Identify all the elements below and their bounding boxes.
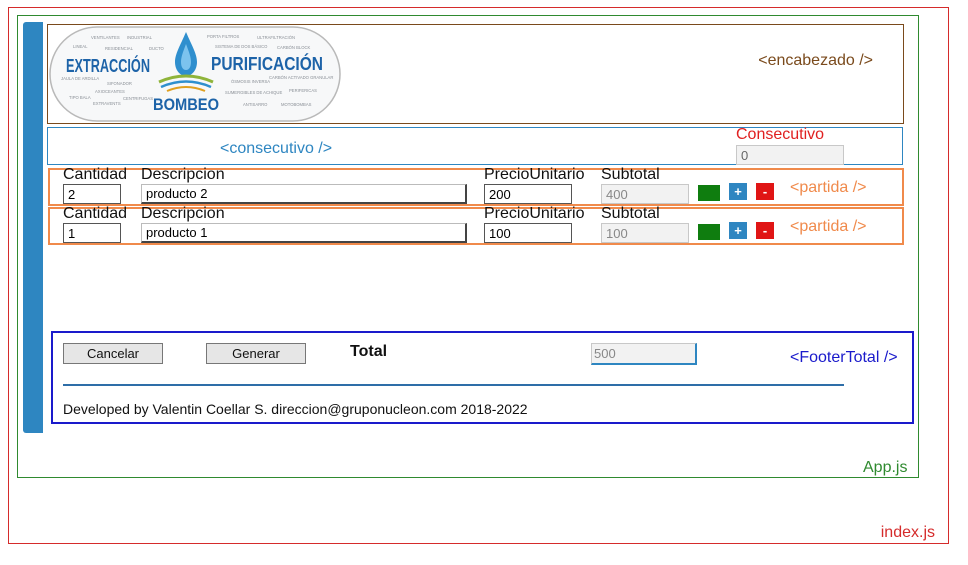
footer-divider (63, 384, 844, 386)
partida-component-tag: <partida /> (790, 179, 867, 196)
status-swatch (698, 224, 720, 240)
consecutivo-field[interactable] (736, 145, 844, 165)
logo-cloud-word: PORTA FILTROS (207, 34, 240, 39)
generate-button[interactable]: Generar (206, 343, 306, 364)
credits-text: Developed by Valentin Coellar S. direcci… (63, 401, 528, 417)
logo-cloud-word: JAULA DE ARDILLA (61, 76, 99, 81)
unit-price-input[interactable] (484, 223, 572, 243)
logo-word-purificacion: PURIFICACIÓN (211, 53, 323, 74)
logo-cloud-word: ÓSMOSIS INVERSA (231, 79, 270, 84)
logo-cloud-word: CARBÓN BLOCK (277, 45, 310, 50)
description-input[interactable] (141, 184, 467, 204)
quantity-header: Cantidad (63, 166, 128, 183)
logo-cloud-word: ANTISARRO (243, 102, 268, 107)
partida-row: Cantidad Descripcion PrecioUnitario Subt… (48, 166, 904, 206)
logo-cloud-word: DUCTO (149, 46, 165, 51)
unit-price-header: PrecioUnitario (484, 166, 585, 183)
total-label: Total (350, 343, 388, 360)
unit-price-input[interactable] (484, 184, 572, 204)
cancel-button[interactable]: Cancelar (63, 343, 163, 364)
consecutivo-section: <consecutivo /> Consecutivo (47, 126, 903, 165)
subtotal-field[interactable] (601, 184, 689, 204)
partida-row: Cantidad Descripcion PrecioUnitario Subt… (48, 205, 904, 245)
subtotal-field[interactable] (601, 223, 689, 243)
quantity-header: Cantidad (63, 205, 128, 222)
logo-cloud-word: SIFONADOR (107, 81, 132, 86)
description-input[interactable] (141, 223, 467, 243)
logo-cloud-word: CENTRIFUGAS (123, 96, 153, 101)
header-section: VENTILANTES INDUSTRIAL LINEAL RESIDENCIAL DU… (47, 24, 904, 124)
remove-row-button[interactable]: - (755, 182, 775, 201)
logo-cloud-word: VENTILANTES (91, 35, 120, 40)
total-field[interactable] (591, 343, 697, 365)
logo-cloud-word: PERIFERICAS (289, 88, 317, 93)
add-row-button[interactable]: + (728, 182, 748, 201)
left-accent-bar (23, 22, 43, 433)
add-row-button[interactable]: + (728, 221, 748, 240)
subtotal-header: Subtotal (601, 205, 660, 222)
unit-price-header: PrecioUnitario (484, 205, 585, 222)
logo-cloud-word: EXTRAVENTS (93, 101, 121, 106)
logo-cloud-word: TIPO BALA (69, 95, 91, 100)
logo-cloud-word: INDUSTRIAL (127, 35, 153, 40)
consecutivo-component-tag: <consecutivo /> (220, 140, 333, 157)
partida-component-tag: <partida /> (790, 218, 867, 235)
status-swatch (698, 185, 720, 201)
description-header: Descripcion (141, 166, 225, 183)
logo-cloud-word: LINEAL (73, 44, 88, 49)
header-component-tag: <encabezado /> (758, 52, 873, 69)
logo-word-bombeo: BOMBEO (153, 95, 219, 114)
index-label: index.js (880, 524, 935, 541)
logo-cloud-word: MOTOBOMBAS (281, 102, 312, 107)
logo-cloud-word: ULTRAFILTRACIÓN (257, 35, 295, 40)
company-logo: VENTILANTES INDUSTRIAL LINEAL RESIDENCIAL DU… (49, 26, 341, 122)
quantity-input[interactable] (63, 223, 121, 243)
app-label: App.js (863, 459, 908, 476)
subtotal-header: Subtotal (601, 166, 660, 183)
logo-cloud-word: SUMERGIBLES DE ACHIQUE (225, 90, 282, 95)
logo-cloud-word: CARBÓN ACTIVADO GRANULAR (269, 75, 333, 80)
logo-word-extraccion: EXTRACCIÓN (66, 55, 150, 76)
footer-total-section: Cancelar Generar Total <FooterTotal /> D… (51, 331, 914, 424)
consecutivo-title: Consecutivo (736, 126, 825, 143)
logo-cloud-word: AXIOCEANTES (95, 89, 125, 94)
logo-cloud-word: SISTEMA DE DOS BÁSICO (215, 44, 268, 49)
quantity-input[interactable] (63, 184, 121, 204)
footer-component-tag: <FooterTotal /> (790, 349, 898, 366)
remove-row-button[interactable]: - (755, 221, 775, 240)
logo-cloud-word: RESIDENCIAL (105, 46, 134, 51)
description-header: Descripcion (141, 205, 225, 222)
